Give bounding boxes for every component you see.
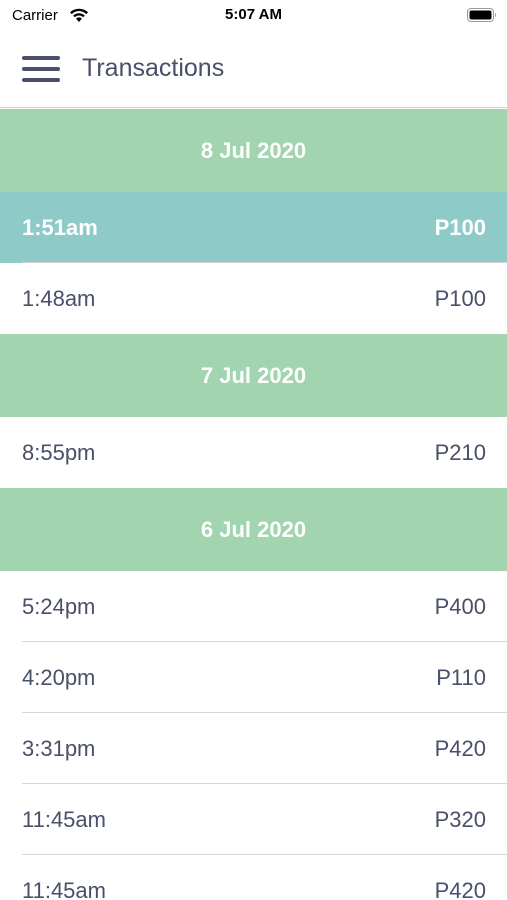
date-section-header: 7 Jul 2020 [0,334,507,417]
transaction-time: 11:45am [22,806,106,832]
transaction-time: 4:20pm [22,664,96,690]
date-section-header: 8 Jul 2020 [0,109,507,192]
transaction-time: 1:51am [22,214,98,240]
transaction-amount: P400 [434,593,486,619]
transaction-row[interactable]: 5:24pm P400 [0,571,507,642]
transaction-time: 11:45am [22,877,106,900]
transaction-amount: P210 [434,439,486,465]
transaction-amount: P110 [436,664,486,690]
transaction-time: 5:24pm [22,593,96,619]
status-bar: Carrier 5:07 AM [0,0,507,30]
transaction-row[interactable]: 11:45am P420 [0,855,507,900]
date-section-header: 6 Jul 2020 [0,488,507,571]
transaction-amount: P100 [434,214,486,240]
transaction-time: 8:55pm [22,439,96,465]
transactions-list[interactable]: 8 Jul 2020 1:51am P100 1:48am P100 7 Jul 2020… [0,109,507,900]
transaction-amount: P420 [434,735,486,761]
battery-icon [467,8,496,22]
status-time: 5:07 AM [225,6,282,23]
page-title: Transactions [82,54,225,82]
transaction-time: 3:31pm [22,735,96,761]
navigation-bar: Transactions [0,30,507,108]
transaction-time: 1:48am [22,285,96,311]
transaction-amount: P320 [434,806,486,832]
transaction-row[interactable]: 4:20pm P110 [0,642,507,713]
transaction-row[interactable]: 3:31pm P420 [0,713,507,784]
transaction-amount: P420 [434,877,486,900]
hamburger-menu-icon[interactable] [22,54,62,84]
transaction-row[interactable]: 1:48am P100 [0,263,507,334]
transaction-amount: P100 [434,285,486,311]
transaction-row[interactable]: 8:55pm P210 [0,417,507,488]
transaction-row[interactable]: 11:45am P320 [0,784,507,855]
transaction-row[interactable]: 1:51am P100 [0,192,507,263]
